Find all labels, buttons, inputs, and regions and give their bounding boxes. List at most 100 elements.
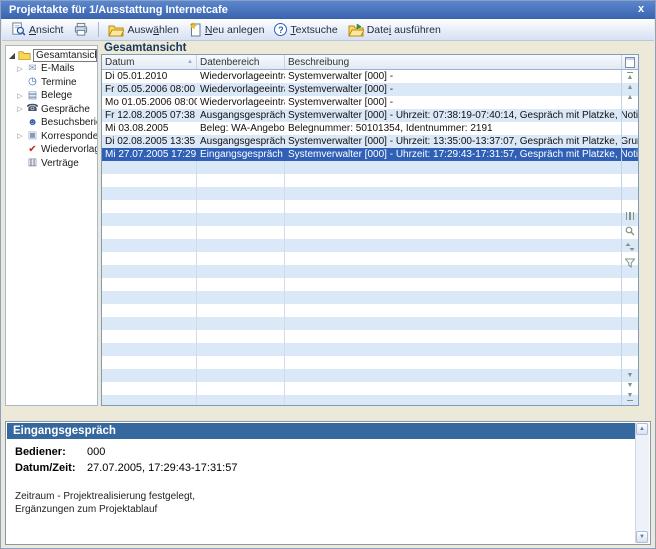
chevron-right-icon[interactable]: ▷ <box>16 132 24 140</box>
column-divider <box>196 161 197 405</box>
tree-item-label: Wiedervorlagen <box>41 144 97 155</box>
cell-datum: Fr 05.05.2006 08:00 <box>102 83 197 96</box>
neu-anlegen-label: Neu anlegen <box>205 24 265 36</box>
folder-icon <box>18 50 31 60</box>
field-value: 000 <box>87 444 105 460</box>
search-icon[interactable] <box>625 226 635 236</box>
view-page-icon <box>11 22 26 37</box>
window-title: Projektakte für 1/Ausstattung Internetca… <box>9 4 228 16</box>
printer-icon <box>73 22 89 37</box>
textsuche-button[interactable]: ? Textsuche <box>269 22 342 37</box>
sidebar-item-korrespondenzen[interactable]: ▷ ▣ Korrespondenzen <box>6 130 97 144</box>
column-options-button[interactable] <box>622 55 638 69</box>
letters-icon: ▣ <box>26 130 39 142</box>
datei-ausfuehren-button[interactable]: Datei ausführen <box>343 22 446 38</box>
cell-datenbereich: Beleg: WA-Angebot (alle Bel <box>197 122 285 135</box>
cell-datenbereich: Eingangsgespräch <box>197 148 285 161</box>
sidebar-item-gespraeche[interactable]: ▷ ☎ Gespräche <box>6 103 97 117</box>
phone-icon: ☎ <box>26 103 39 115</box>
auswaehlen-button[interactable]: Auswählen <box>103 22 183 38</box>
table-row[interactable]: Fr 05.05.2006 08:00 Wiedervorlageeintrag… <box>102 83 638 96</box>
table-row[interactable]: Di 05.01.2010 Wiedervorlageeintrag Syste… <box>102 70 638 83</box>
table-row[interactable]: Mo 01.05.2006 08:00 Wiedervorlageeintrag… <box>102 96 638 109</box>
expander-open-icon[interactable]: ◢ <box>8 51 16 60</box>
sidebar-item-belege[interactable]: ▷ ▤ Belege <box>6 89 97 103</box>
sort-ascending-icon: ▲ <box>187 59 193 65</box>
neu-anlegen-button[interactable]: Neu anlegen <box>184 21 270 38</box>
run-file-icon <box>348 23 364 37</box>
tree-item-label: E-Mails <box>41 63 74 74</box>
table-row-selected[interactable]: Mi 27.07.2005 17:29 Eingangsgespräch Sys… <box>102 148 638 161</box>
field-label: Bediener: <box>15 444 87 460</box>
tree-item-label: Korrespondenzen <box>41 131 97 142</box>
datei-ausfuehren-label: Datei ausführen <box>367 24 441 36</box>
cell-datum: Fr 12.08.2005 07:38 <box>102 109 197 122</box>
tree-item-label: Verträge <box>41 158 79 169</box>
chevron-right-icon[interactable]: ▷ <box>16 105 24 113</box>
scroll-up-icon[interactable]: ▲ <box>627 94 634 101</box>
clock-icon: ◷ <box>26 76 39 88</box>
cell-datenbereich: Wiedervorlageeintrag <box>197 96 285 109</box>
sidebar-item-wiedervorlagen[interactable]: ✔ Wiedervorlagen <box>6 143 97 157</box>
new-page-icon <box>189 22 202 37</box>
columns-icon[interactable] <box>626 212 635 220</box>
scroll-pagedown-icon[interactable]: ▼ <box>627 382 634 389</box>
auswaehlen-label: Auswählen <box>127 24 178 36</box>
print-button[interactable] <box>68 21 94 38</box>
sidebar-item-vertraege[interactable]: ▥ Verträge <box>6 157 97 171</box>
toolbar: Ansicht Auswählen Neu anlegen ? Textsuch… <box>2 19 654 41</box>
cell-datum: Mi 27.07.2005 17:29 <box>102 148 197 161</box>
title-bar: Projektakte für 1/Ausstattung Internetca… <box>1 1 655 19</box>
scroll-pageup-icon[interactable]: ▲ <box>627 84 634 91</box>
scroll-first-icon[interactable]: ▲ <box>627 72 634 81</box>
grid-header: Datum ▲ Datenbereich Beschreibung <box>102 55 638 70</box>
grid-body: Di 05.01.2010 Wiedervorlageeintrag Syste… <box>102 70 638 405</box>
detail-scrollbar[interactable]: ▲ ▼ <box>635 423 649 543</box>
chevron-right-icon[interactable]: ▷ <box>16 65 24 73</box>
sidebar-item-emails[interactable]: ▷ ✉ E-Mails <box>6 62 97 76</box>
cell-datum: Di 05.01.2010 <box>102 70 197 83</box>
detail-panel: Eingangsgespräch ▲ ▼ Bediener: 000 Datum… <box>5 421 651 545</box>
navigation-tree: ◢ Gesamtansicht ▷ ✉ E-Mails ◷ Termine ▷ … <box>5 45 98 406</box>
table-row[interactable]: Fr 12.08.2005 07:38 Ausgangsgespräch Sys… <box>102 109 638 122</box>
scrollbar-up-icon[interactable]: ▲ <box>636 423 648 435</box>
note-line: Ergänzungen zum Projektablauf <box>15 503 635 516</box>
column-divider <box>284 161 285 405</box>
column-header-datum[interactable]: Datum ▲ <box>102 55 197 69</box>
tree-item-label: Belege <box>41 90 72 101</box>
cell-beschreibung: Systemverwalter [000] - Uhrzeit: 13:35:0… <box>285 135 638 148</box>
table-row[interactable]: Di 02.08.2005 13:35 Ausgangsgespräch Sys… <box>102 135 638 148</box>
field-label: Datum/Zeit: <box>15 460 87 476</box>
filter-icon[interactable] <box>625 258 635 268</box>
people-icon: ☻ <box>26 117 39 129</box>
table-row[interactable]: Mi 03.08.2005 Beleg: WA-Angebot (alle Be… <box>102 122 638 135</box>
sidebar-item-besuchsberichte[interactable]: ☻ Besuchsberichte <box>6 116 97 130</box>
contract-icon: ▥ <box>26 157 39 169</box>
ansicht-button[interactable]: Ansicht <box>6 21 68 38</box>
column-header-beschreibung[interactable]: Beschreibung <box>285 55 622 69</box>
help-search-icon: ? <box>274 23 287 36</box>
ansicht-label: Ansicht <box>29 24 63 36</box>
cell-datum: Mi 03.08.2005 <box>102 122 197 135</box>
sort-icon[interactable] <box>625 242 635 252</box>
scroll-last-icon[interactable]: ▼ <box>627 392 634 401</box>
cell-datum: Mo 01.05.2006 08:00 <box>102 96 197 109</box>
cell-beschreibung: Systemverwalter [000] - <box>285 70 638 83</box>
note-line: Zeitraum - Projektrealisierung festgeleg… <box>15 490 635 503</box>
column-header-datenbereich[interactable]: Datenbereich <box>197 55 285 69</box>
open-folder-icon <box>108 23 124 37</box>
scrollbar-down-icon[interactable]: ▼ <box>636 531 648 543</box>
detail-field-bediener: Bediener: 000 <box>15 444 635 460</box>
tree-root-gesamtansicht[interactable]: ◢ Gesamtansicht <box>6 48 97 62</box>
chevron-right-icon[interactable]: ▷ <box>16 92 24 100</box>
scroll-down-icon[interactable]: ▼ <box>627 372 634 379</box>
cell-beschreibung: Systemverwalter [000] - <box>285 96 638 109</box>
records-grid: Datum ▲ Datenbereich Beschreibung Di 05.… <box>101 54 639 406</box>
detail-note: Zeitraum - Projektrealisierung festgeleg… <box>15 490 635 516</box>
close-icon[interactable]: x <box>632 2 650 17</box>
documents-icon: ▤ <box>26 90 39 102</box>
tree-item-label: Termine <box>41 77 77 88</box>
sidebar-item-termine[interactable]: ◷ Termine <box>6 76 97 90</box>
tree-item-label: Gespräche <box>41 104 90 115</box>
detail-panel-title: Eingangsgespräch <box>7 423 635 439</box>
